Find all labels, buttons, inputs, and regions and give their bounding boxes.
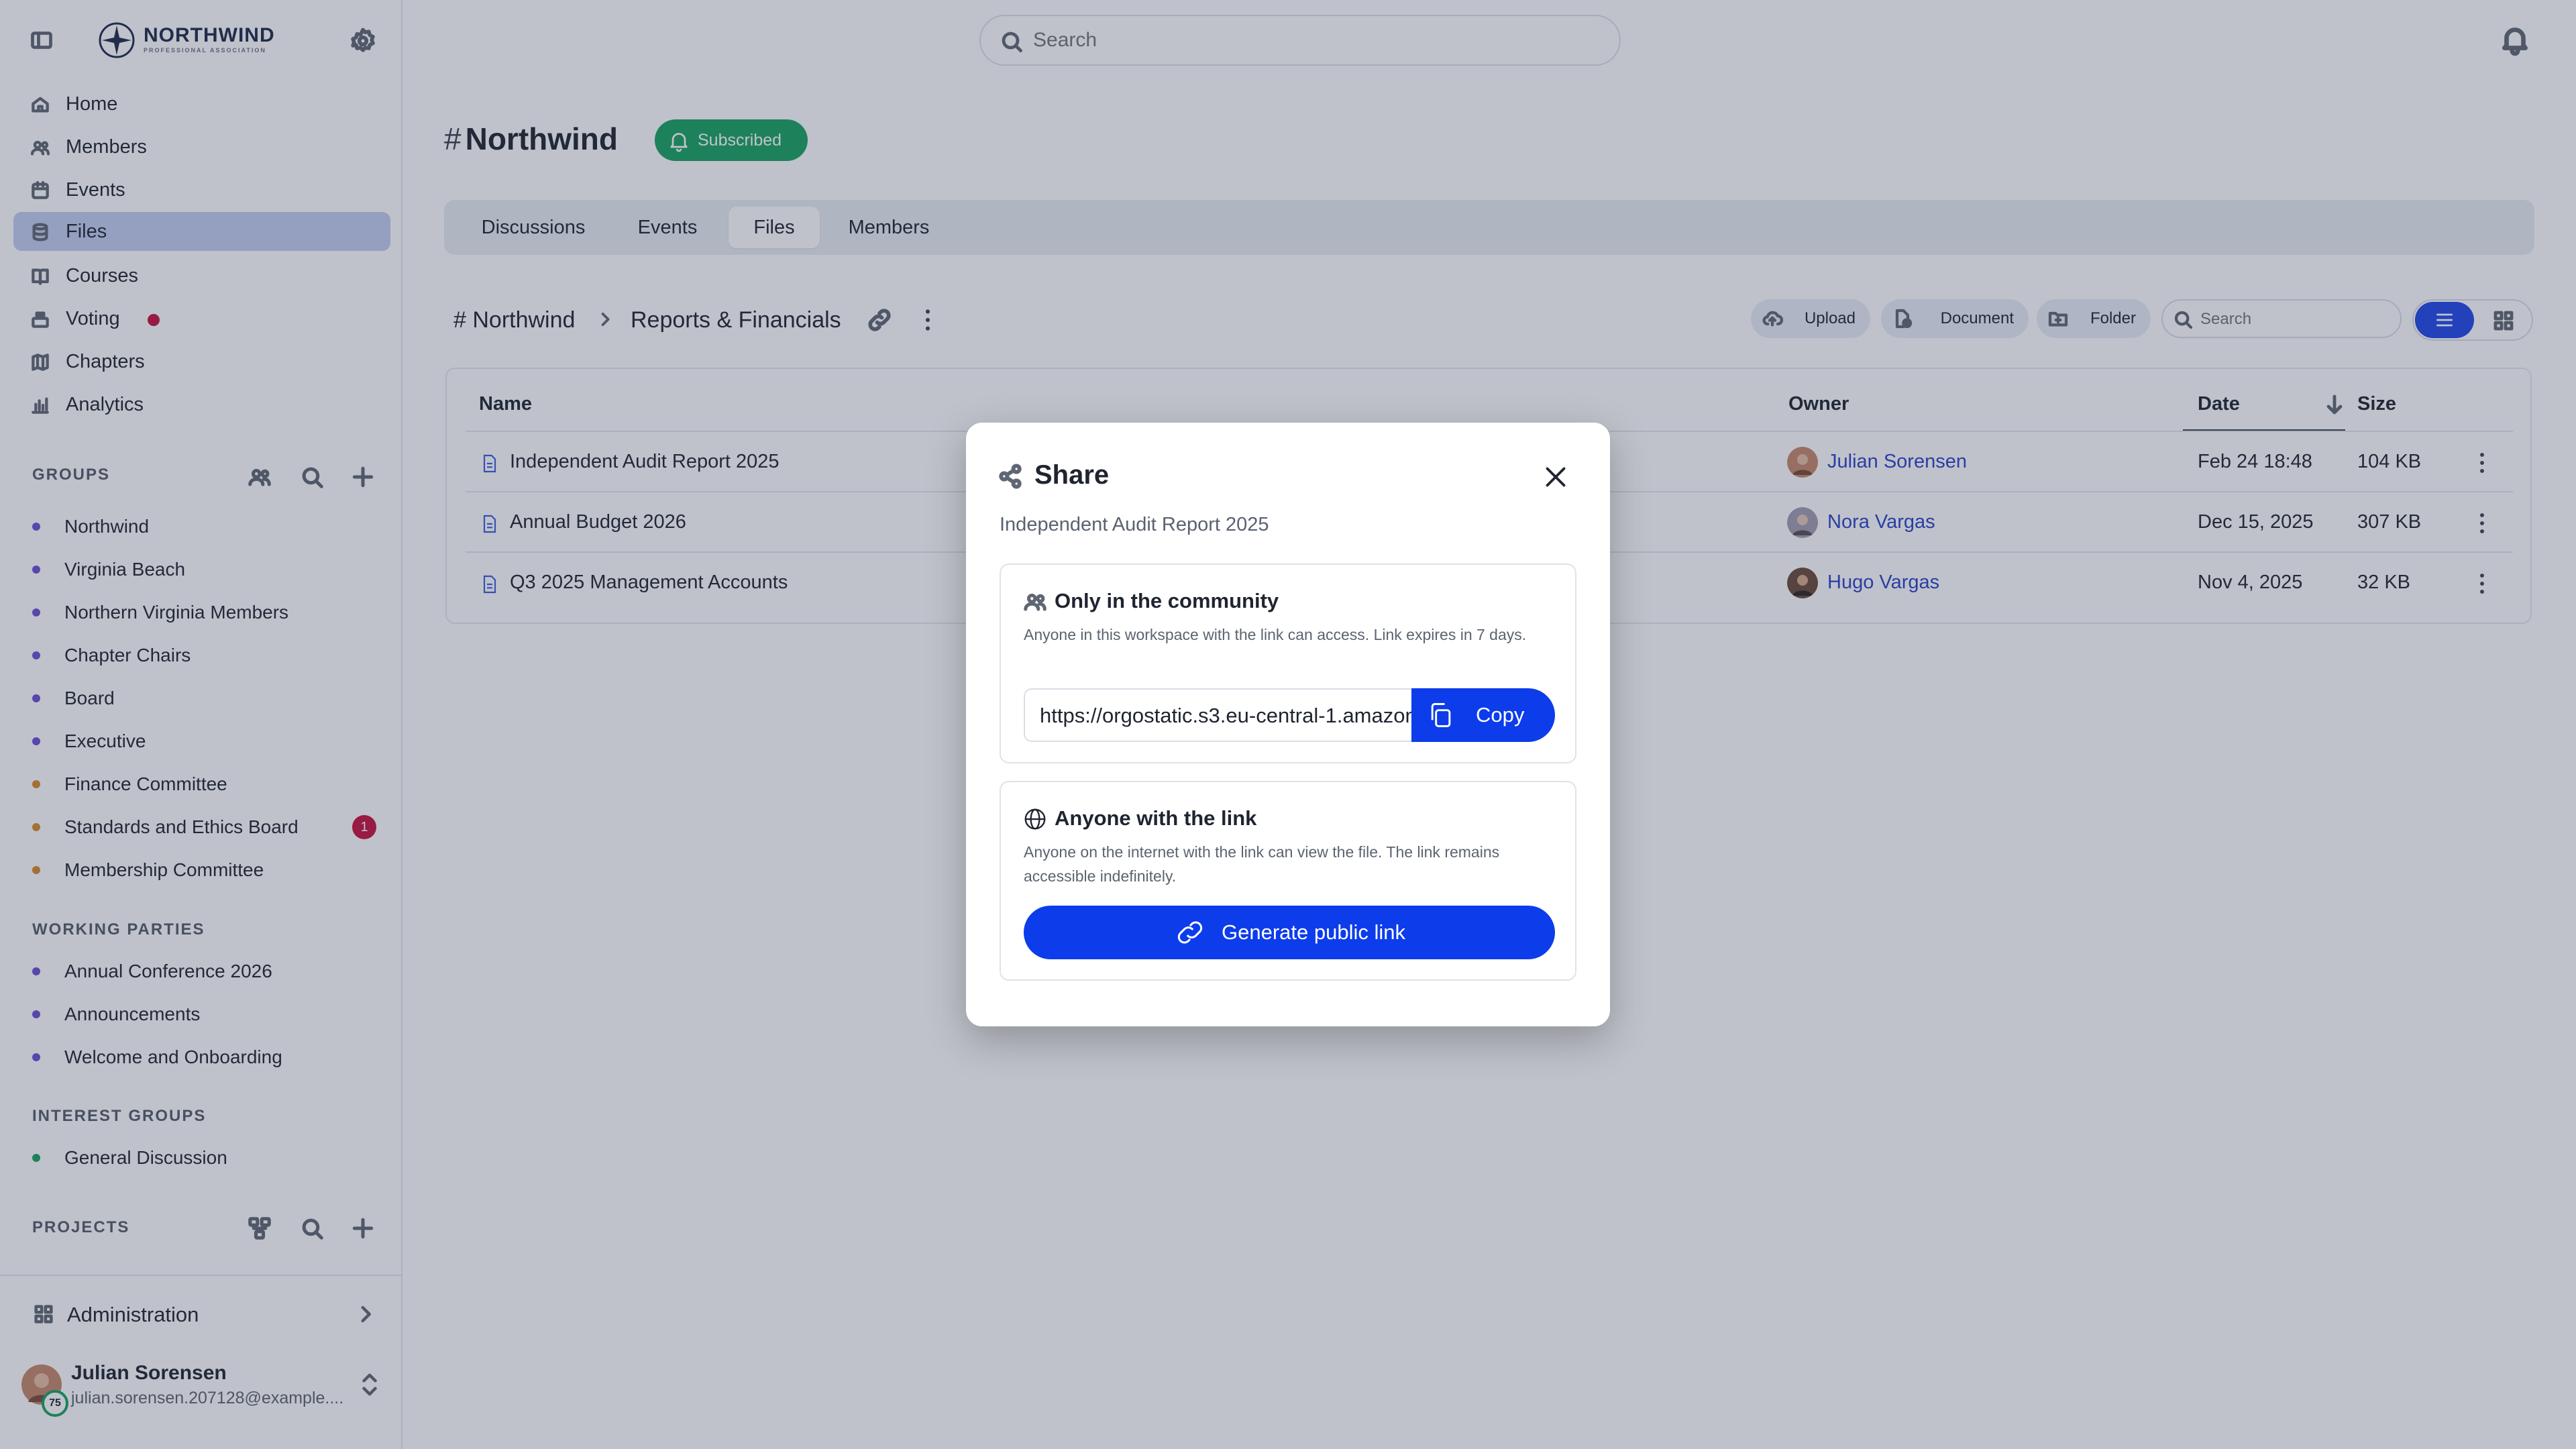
- close-icon[interactable]: [1539, 460, 1572, 494]
- share-dialog: Share Independent Audit Report 2025 Only…: [966, 423, 1610, 1026]
- generate-link-label: Generate public link: [1222, 920, 1405, 944]
- dialog-file-name: Independent Audit Report 2025: [1000, 514, 1269, 535]
- dialog-title: Share: [1034, 460, 1110, 490]
- copy-icon: [1431, 703, 1451, 727]
- public-title: Anyone with the link: [1055, 806, 1257, 830]
- share-link-field[interactable]: https://orgostatic.s3.eu-central-1.amazo…: [1024, 688, 1417, 742]
- community-title: Only in the community: [1055, 589, 1279, 612]
- public-description: Anyone on the internet with the link can…: [1024, 843, 1500, 885]
- public-share-card: Anyone with the link Anyone on the inter…: [1000, 781, 1576, 981]
- copy-label: Copy: [1476, 703, 1525, 727]
- link-icon: [1177, 921, 1203, 944]
- generate-public-link-button[interactable]: Generate public link: [1024, 906, 1555, 959]
- share-icon: [999, 464, 1022, 489]
- globe-icon: [1024, 808, 1046, 830]
- copy-link-button[interactable]: Copy: [1411, 688, 1555, 742]
- community-share-card: Only in the community Anyone in this wor…: [1000, 564, 1576, 763]
- community-icon: [1024, 593, 1046, 611]
- community-description: Anyone in this workspace with the link c…: [1024, 626, 1527, 643]
